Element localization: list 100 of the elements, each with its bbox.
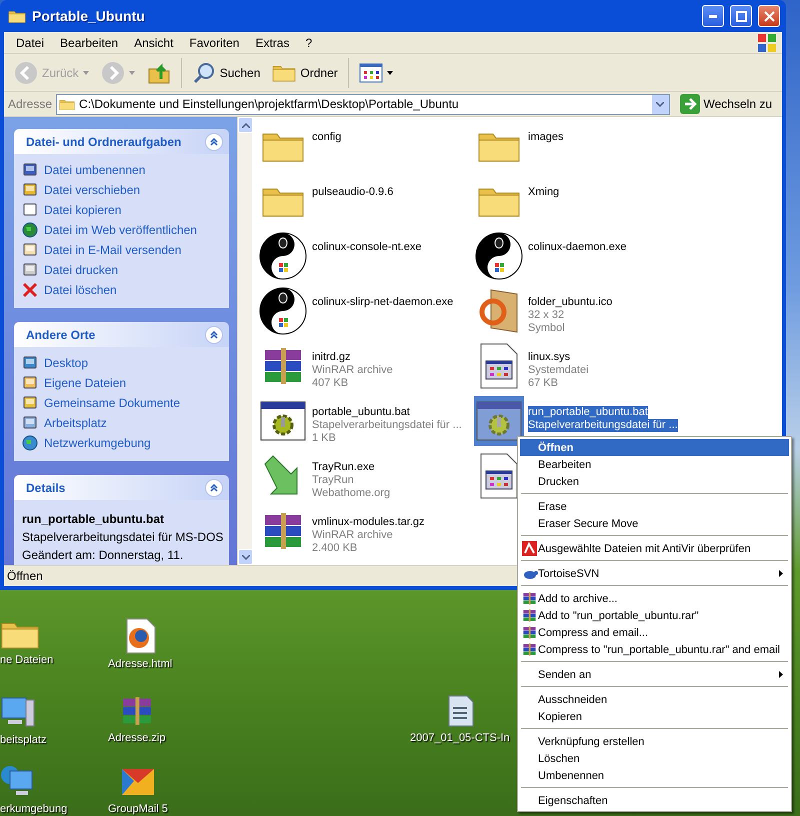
file-name[interactable]: initrd.gz (312, 351, 351, 364)
context-menu-item[interactable]: Compress and email... (520, 624, 789, 641)
context-menu-item[interactable]: Eraser Secure Move (520, 515, 789, 532)
collapse-button[interactable] (205, 132, 223, 150)
menu-item[interactable]: Bearbeiten (52, 36, 126, 50)
collapse-button[interactable] (205, 478, 223, 496)
file-info: Symbol (528, 322, 565, 335)
folders-button[interactable]: Ordner (268, 60, 342, 84)
context-menu-item[interactable]: Löschen (520, 750, 789, 767)
file-name[interactable]: run_portable_ubuntu.bat (528, 406, 648, 419)
address-field[interactable]: C:\Dokumente und Einstellungen\projektfarm\Desktop\Portable_Ubuntu (56, 94, 670, 114)
details-file-type: Stapelverarbeitungsdatei für MS-DOS (22, 530, 223, 544)
globe-icon (22, 222, 38, 238)
task-link[interactable]: Datei umbenennen (44, 163, 146, 177)
desktop-icon-label[interactable]: ne Dateien (0, 654, 54, 667)
file-icon-tile[interactable] (258, 286, 308, 336)
dropdown-button[interactable] (652, 94, 669, 114)
context-menu-item[interactable]: Verknüpfung erstellen (520, 733, 789, 750)
minimize-button[interactable] (702, 5, 724, 27)
file-name[interactable]: Xming (528, 186, 560, 199)
go-button[interactable]: Wechseln zu (674, 94, 778, 114)
file-info: TrayRun (312, 474, 354, 487)
task-link[interactable]: Netzwerkumgebung (44, 436, 151, 450)
maximize-icon (736, 10, 746, 22)
file-name[interactable]: colinux-console-nt.exe (312, 241, 422, 254)
file-icon-tile[interactable] (474, 396, 524, 446)
file-name[interactable]: TrayRun.exe (312, 461, 375, 474)
file-name[interactable]: config (312, 131, 342, 144)
context-menu-item[interactable]: Eigenschaften (520, 792, 789, 809)
menu-item[interactable]: Datei (8, 36, 52, 50)
menu-item[interactable]: Ansicht (126, 36, 182, 50)
context-menu-item[interactable]: Erase (520, 498, 789, 515)
file-info: 67 KB (528, 377, 558, 390)
desktop-icon-label[interactable]: Adresse.zip (108, 732, 166, 745)
context-menu-item[interactable]: Ausschneiden (520, 691, 789, 708)
file-info: WinRAR archive (312, 529, 393, 542)
file-name[interactable]: colinux-slirp-net-daemon.exe (312, 296, 454, 309)
scroll-down-button[interactable] (238, 549, 253, 565)
task-link[interactable]: Datei in E-Mail versenden (44, 243, 182, 257)
scrollbar[interactable] (237, 117, 252, 565)
desktop-icon-label[interactable]: Adresse.html (108, 658, 172, 671)
file-name[interactable]: colinux-daemon.exe (528, 241, 626, 254)
file-name[interactable]: vmlinux-modules.tar.gz (312, 516, 424, 529)
panel-title: Andere Orte (26, 328, 96, 342)
collapse-button[interactable] (205, 326, 223, 344)
yin-yang-icon (259, 232, 307, 280)
file-name[interactable]: folder_ubuntu.ico (528, 296, 612, 309)
file-name[interactable]: images (528, 131, 564, 144)
details-modified: Geändert am: Donnerstag, 11. (22, 548, 184, 562)
panel-title: Details (26, 480, 66, 494)
desktop-icon-label[interactable]: GroupMail 5 (108, 803, 168, 816)
globe-icon (22, 435, 38, 451)
context-menu-item[interactable]: Senden an (520, 666, 789, 683)
file-info: Systemdatei (528, 364, 589, 377)
task-link[interactable]: Datei verschieben (44, 183, 140, 197)
menu-item[interactable]: Extras (247, 36, 298, 50)
context-menu-item[interactable]: Add to archive... (520, 590, 789, 607)
context-menu-item[interactable]: Ausgewählte Dateien mit AntiVir überprüfen (520, 540, 789, 557)
file-info: 32 x 32 (528, 309, 564, 322)
task-link[interactable]: Datei löschen (44, 283, 117, 297)
maximize-button[interactable] (730, 5, 752, 27)
context-menu-item[interactable]: Öffnen (520, 439, 789, 456)
task-link[interactable]: Desktop (44, 356, 88, 370)
submenu-arrow-icon (779, 671, 783, 678)
gear-window-icon (476, 401, 522, 441)
windows-flag-icon (756, 32, 778, 52)
delete-icon (22, 282, 38, 298)
task-link[interactable]: Datei im Web veröffentlichen (44, 223, 197, 237)
task-link[interactable]: Gemeinsame Dokumente (44, 396, 180, 410)
chevron-icon (210, 330, 218, 338)
gear-window-icon (260, 401, 306, 441)
context-menu-item[interactable]: Add to "run_portable_ubuntu.rar" (520, 607, 789, 624)
desktop-icon-label[interactable]: 2007_01_05-CTS-In (410, 732, 510, 745)
task-link[interactable]: Datei drucken (44, 263, 118, 277)
close-button[interactable] (758, 5, 780, 27)
page-icon (22, 202, 38, 218)
scroll-up-button[interactable] (238, 117, 253, 133)
task-link[interactable]: Arbeitsplatz (44, 416, 107, 430)
desktop-icon-label[interactable]: erkumgebung (0, 803, 68, 816)
context-menu-item[interactable]: Bearbeiten (520, 456, 789, 473)
close-icon (764, 10, 774, 22)
stacked-books-icon (522, 642, 537, 657)
file-icon-tile[interactable] (258, 231, 308, 281)
menu-item[interactable]: ? (297, 36, 320, 50)
minimize-icon (709, 14, 717, 18)
file-name[interactable]: linux.sys (528, 351, 570, 364)
context-menu-item[interactable]: Kopieren (520, 708, 789, 725)
file-icon-tile[interactable] (474, 231, 524, 281)
search-button[interactable]: Suchen (188, 58, 264, 86)
context-menu-item[interactable]: Compress to "run_portable_ubuntu.rar" and email (520, 641, 789, 658)
menu-item[interactable]: Favoriten (181, 36, 248, 50)
file-name[interactable]: pulseaudio-0.9.6 (312, 186, 394, 199)
context-menu-item[interactable]: Umbenennen (520, 767, 789, 784)
chevron-down-icon (242, 554, 250, 560)
task-link[interactable]: Datei kopieren (44, 203, 122, 217)
task-link[interactable]: Eigene Dateien (44, 376, 126, 390)
file-info: WinRAR archive (312, 364, 393, 377)
desktop-icon-label[interactable]: beitsplatz (0, 734, 46, 747)
context-menu-item[interactable]: Drucken (520, 473, 789, 490)
file-name[interactable]: portable_ubuntu.bat (312, 406, 410, 419)
